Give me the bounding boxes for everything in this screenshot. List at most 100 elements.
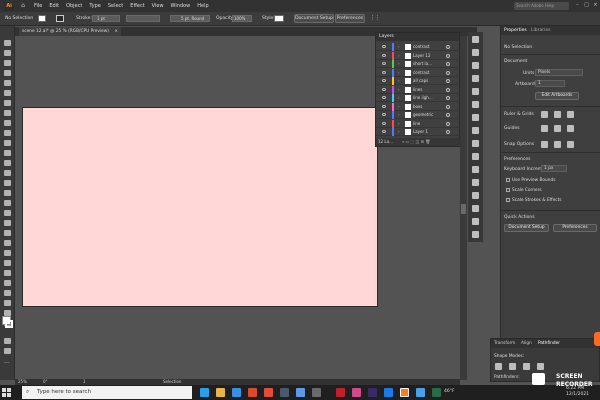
use-preview-bounds-checkbox[interactable] <box>506 178 510 182</box>
layer-target-icon[interactable] <box>446 121 450 126</box>
shape-builder-tool-icon[interactable] <box>4 210 11 216</box>
character-icon[interactable] <box>472 166 479 173</box>
layer-row[interactable]: › Layer 1 <box>376 128 461 136</box>
menu-edit[interactable]: Edit <box>49 3 59 9</box>
menu-file[interactable]: File <box>34 3 42 9</box>
layer-row[interactable]: › line ligh... <box>376 94 461 102</box>
layer-row[interactable]: › Layer 12 <box>376 51 461 60</box>
app3-icon[interactable] <box>432 388 441 397</box>
menu-view[interactable]: View <box>152 3 164 9</box>
minus-front-icon[interactable] <box>509 363 516 370</box>
layer-target-icon[interactable] <box>446 70 450 75</box>
type-tool-icon[interactable] <box>4 100 11 106</box>
layer-target-icon[interactable] <box>446 45 450 49</box>
pencil-tool-icon[interactable] <box>4 150 11 156</box>
exclude-icon[interactable] <box>537 363 544 370</box>
snap-grid-icon[interactable] <box>554 141 561 148</box>
netflix-icon[interactable] <box>336 388 345 397</box>
expand-chevron-icon[interactable]: › <box>398 104 400 109</box>
layers-icon[interactable] <box>472 36 479 43</box>
menu-type[interactable]: Type <box>89 3 100 9</box>
swatches-icon[interactable] <box>472 62 479 69</box>
visibility-eye-icon[interactable] <box>382 45 386 48</box>
lasso-tool-icon[interactable] <box>4 70 11 76</box>
tab-libraries[interactable]: Libraries <box>531 28 550 33</box>
slice-tool-icon[interactable] <box>4 300 11 306</box>
layer-name[interactable]: contrast <box>413 44 430 49</box>
visibility-eye-icon[interactable] <box>382 87 386 91</box>
links-icon[interactable] <box>472 231 479 238</box>
menu-window[interactable]: Window <box>171 3 191 9</box>
appearance-icon[interactable] <box>472 114 479 121</box>
document-tab[interactable]: scene 12.ai* @ 25 % (RGB/CPU Preview) × <box>19 27 121 36</box>
artboard-number[interactable]: 1 <box>83 379 86 384</box>
menu-object[interactable]: Object <box>66 3 82 9</box>
smart-guides-icon[interactable] <box>567 125 574 132</box>
tab-transform[interactable]: Transform <box>494 341 515 346</box>
direct-selection-tool-icon[interactable] <box>4 50 11 56</box>
maximize-icon[interactable]: □ <box>582 1 591 10</box>
blend-tool-icon[interactable] <box>4 260 11 266</box>
transparency-icon[interactable] <box>472 153 479 160</box>
side-tab-handle[interactable] <box>594 332 600 346</box>
free-transform-tool-icon[interactable] <box>4 200 11 206</box>
stroke-icon[interactable] <box>472 127 479 134</box>
layer-name[interactable]: short la... <box>413 61 432 66</box>
windows-start-icon[interactable] <box>2 388 11 397</box>
scroll-thumb[interactable] <box>461 204 466 214</box>
layers-footer-icons[interactable]: ⌕ ▭ ⬚ ◫ ⊞ 🗑 <box>402 138 430 146</box>
paragraph-icon[interactable] <box>472 179 479 186</box>
symbols-icon[interactable] <box>472 88 479 95</box>
mesh-tool-icon[interactable] <box>4 230 11 236</box>
scale-tool-icon[interactable] <box>4 180 11 186</box>
artboard-tool-icon[interactable] <box>4 290 11 296</box>
tab-properties[interactable]: Properties <box>504 28 527 33</box>
lock-guides-icon[interactable] <box>554 125 561 132</box>
layer-row[interactable]: › short la... <box>376 60 461 68</box>
selection-tool-icon[interactable] <box>4 40 11 46</box>
stroke-weight-field[interactable]: 1 pt <box>92 15 120 22</box>
rectangle-tool-icon[interactable] <box>4 120 11 126</box>
expand-chevron-icon[interactable]: › <box>398 121 400 126</box>
intersect-icon[interactable] <box>523 363 530 370</box>
rotate-tool-icon[interactable] <box>4 170 11 176</box>
preferences-button[interactable]: Preferences <box>335 14 365 23</box>
gradient-tool-icon[interactable] <box>4 240 11 246</box>
layer-row[interactable]: › line <box>376 119 461 128</box>
color-icon[interactable] <box>472 49 479 56</box>
visibility-eye-icon[interactable] <box>382 130 386 133</box>
snap-point-icon[interactable] <box>541 141 548 148</box>
visibility-eye-icon[interactable] <box>382 96 386 99</box>
layer-target-icon[interactable] <box>446 53 450 58</box>
more-tools-icon[interactable]: ··· <box>4 360 10 367</box>
chrome-icon[interactable] <box>248 388 257 397</box>
pen-tool-icon[interactable] <box>4 80 11 86</box>
align-icon[interactable]: ⋮⋮ <box>370 15 380 21</box>
task-view-icon[interactable] <box>200 388 209 397</box>
powerpoint-icon[interactable] <box>264 388 273 397</box>
eraser-tool-icon[interactable] <box>4 160 11 166</box>
artboard[interactable] <box>22 107 378 307</box>
expand-chevron-icon[interactable]: › <box>398 70 400 75</box>
opacity-field[interactable]: 100% <box>232 15 252 22</box>
layer-name[interactable]: all caps <box>413 78 428 83</box>
brush-dropdown[interactable]: 5 pt. Round <box>170 15 210 22</box>
gradient-icon[interactable] <box>472 140 479 147</box>
close-tab-icon[interactable]: × <box>114 27 118 36</box>
visibility-eye-icon[interactable] <box>382 53 386 57</box>
layer-name[interactable]: boxs <box>413 104 422 109</box>
rotation-value[interactable]: 0° <box>43 379 48 384</box>
weather-widget[interactable]: 46°F <box>444 389 455 394</box>
mail-icon[interactable] <box>296 388 305 397</box>
document-setup-button[interactable]: Document Setup <box>294 14 334 23</box>
after-effects-icon[interactable] <box>368 388 377 397</box>
style-swatch[interactable] <box>274 15 284 22</box>
photoshop-icon[interactable] <box>384 388 393 397</box>
layer-row[interactable]: › geometric <box>376 111 461 119</box>
layer-name[interactable]: line ligh... <box>413 95 433 100</box>
visibility-eye-icon[interactable] <box>382 104 386 108</box>
expand-chevron-icon[interactable]: › <box>398 53 400 58</box>
transparency-grid-icon[interactable] <box>567 111 574 118</box>
perspective-grid-tool-icon[interactable] <box>4 220 11 226</box>
layer-target-icon[interactable] <box>446 104 450 109</box>
